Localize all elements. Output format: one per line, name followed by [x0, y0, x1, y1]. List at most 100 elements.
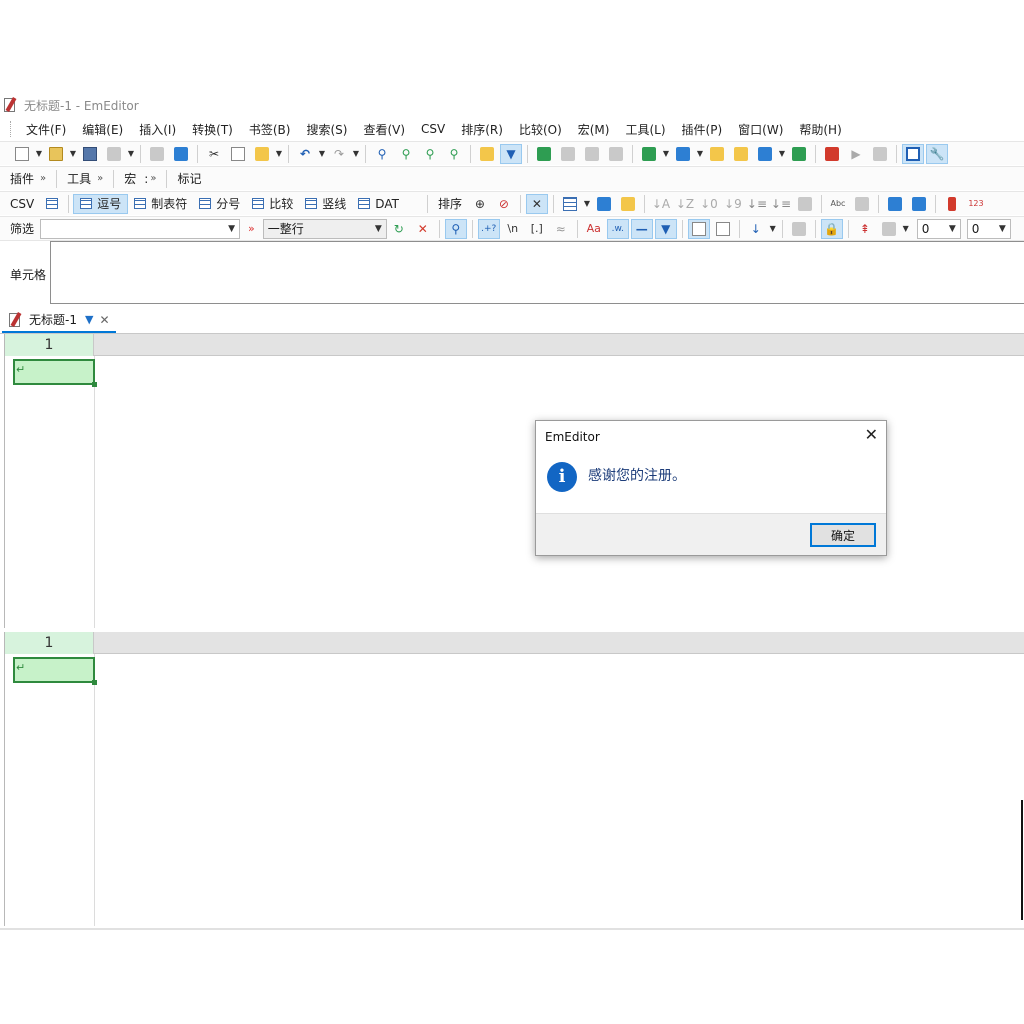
- next-button[interactable]: ↓: [745, 219, 767, 239]
- replace-button[interactable]: ⚲: [443, 144, 465, 164]
- chevron-icon[interactable]: »: [150, 173, 156, 184]
- run-macro-button[interactable]: ▶: [845, 144, 867, 164]
- negative-button[interactable]: —: [630, 218, 653, 239]
- sort-add-button[interactable]: ⊕: [469, 194, 491, 214]
- new-dropdown[interactable]: ▼: [34, 144, 44, 164]
- menu-tools[interactable]: 工具(L): [617, 121, 673, 138]
- sort-az-button[interactable]: ↓A: [650, 194, 672, 214]
- menu-bookmarks[interactable]: 书签(B): [241, 121, 299, 138]
- column-header-1[interactable]: 1: [5, 632, 94, 654]
- chevron-down-icon[interactable]: ▼: [999, 224, 1006, 234]
- sort-09-button[interactable]: ↓0: [698, 194, 720, 214]
- sort-length-desc-button[interactable]: ↓≡: [770, 194, 792, 214]
- save-all-button[interactable]: [103, 144, 125, 164]
- csv-grid-button[interactable]: [41, 194, 63, 214]
- cell-editor-input[interactable]: [50, 241, 1024, 304]
- menu-search[interactable]: 搜索(S): [298, 121, 355, 138]
- menu-macros[interactable]: 宏(M): [570, 121, 618, 138]
- find-button[interactable]: ⚲: [371, 144, 393, 164]
- context-button[interactable]: [878, 219, 900, 239]
- undo-button[interactable]: ↶: [294, 144, 316, 164]
- column-header-1[interactable]: 1: [5, 334, 94, 356]
- menu-compare[interactable]: 比较(O): [511, 121, 570, 138]
- menu-insert[interactable]: 插入(I): [131, 121, 184, 138]
- sort-options-button[interactable]: [851, 194, 873, 214]
- chevron-down-icon[interactable]: ▼: [375, 224, 382, 234]
- wrap-page-button[interactable]: [605, 144, 627, 164]
- outline-button[interactable]: [788, 144, 810, 164]
- save-button[interactable]: [79, 144, 101, 164]
- split-button[interactable]: [908, 194, 930, 214]
- redo-dropdown[interactable]: ▼: [351, 144, 361, 164]
- next-dropdown[interactable]: ▼: [768, 219, 778, 239]
- sort-label[interactable]: 排序: [432, 194, 468, 214]
- macro-more[interactable]: :: [142, 172, 150, 186]
- select-column-button[interactable]: [593, 194, 615, 214]
- undo-dropdown[interactable]: ▼: [317, 144, 327, 164]
- number-lines-button[interactable]: [941, 194, 963, 214]
- paste-button[interactable]: [251, 144, 273, 164]
- csv-mode-tab[interactable]: 制表符: [128, 194, 193, 214]
- menu-plugins[interactable]: 插件(P): [674, 121, 731, 138]
- paste-dropdown[interactable]: ▼: [274, 144, 284, 164]
- filter-toggle-button[interactable]: ▼: [500, 143, 522, 164]
- csv-mode-comma[interactable]: 逗号: [73, 193, 129, 214]
- ok-button[interactable]: 确定: [810, 523, 876, 547]
- csv-mode-pipe[interactable]: 竖线: [299, 194, 352, 214]
- macro-toolbar-label[interactable]: 宏: [118, 170, 142, 187]
- regex-button[interactable]: .+?: [477, 218, 500, 239]
- open-button[interactable]: [45, 144, 67, 164]
- selected-cell[interactable]: ↵: [13, 359, 97, 387]
- filter-x-button[interactable]: ▼: [654, 218, 677, 239]
- filter-input[interactable]: ▼: [40, 218, 241, 239]
- chevron-down-icon[interactable]: ▼: [949, 224, 956, 234]
- marker-toolbar-label[interactable]: 标记: [171, 170, 207, 187]
- fuzzy-button[interactable]: ≈: [550, 219, 572, 239]
- menu-sort[interactable]: 排序(R): [453, 121, 511, 138]
- menu-csv[interactable]: CSV: [413, 122, 453, 136]
- numbers-button[interactable]: 123: [965, 194, 987, 214]
- record-macro-button[interactable]: [821, 144, 843, 164]
- chevron-icon[interactable]: »: [248, 222, 255, 235]
- tab-untitled-1[interactable]: 无标题-1 ▼ ✕: [2, 308, 116, 333]
- chevron-icon[interactable]: »: [97, 173, 103, 184]
- menu-window[interactable]: 窗口(W): [730, 121, 791, 138]
- sort-90-button[interactable]: ↓9: [722, 194, 744, 214]
- filter-doc-button[interactable]: [687, 218, 710, 239]
- menu-convert[interactable]: 转换(T): [184, 121, 241, 138]
- lock-button[interactable]: 🔒: [820, 218, 843, 239]
- sort-za-button[interactable]: ↓Z: [674, 194, 696, 214]
- filter-search-button[interactable]: ⚲: [444, 218, 467, 239]
- find-in-files-button[interactable]: [476, 144, 498, 164]
- insert-column-button[interactable]: [617, 194, 639, 214]
- plugins-toolbar-label[interactable]: 插件: [4, 170, 40, 187]
- encoding-button[interactable]: [638, 144, 660, 164]
- refresh-filter-button[interactable]: ↻: [388, 219, 410, 239]
- tools-csv-button[interactable]: ✕: [525, 193, 548, 214]
- filter-doc2-button[interactable]: [712, 219, 734, 239]
- context-dropdown[interactable]: ▼: [901, 219, 911, 239]
- tools-button[interactable]: 🔧: [926, 143, 948, 164]
- filter-scope-select[interactable]: 一整行 ▼: [262, 218, 387, 239]
- extract-button[interactable]: ⇞: [854, 219, 876, 239]
- menu-edit[interactable]: 编辑(E): [74, 121, 131, 138]
- close-tab-icon[interactable]: ✕: [99, 313, 109, 327]
- close-icon[interactable]: ✕: [865, 425, 878, 444]
- find-prev-button[interactable]: ⚲: [419, 144, 441, 164]
- open-dropdown[interactable]: ▼: [68, 144, 78, 164]
- match-case-button[interactable]: Aa: [583, 219, 605, 239]
- join-button[interactable]: [884, 194, 906, 214]
- check-button[interactable]: [754, 144, 776, 164]
- case-sort-button[interactable]: Abc: [827, 194, 849, 214]
- chevron-icon[interactable]: »: [40, 173, 46, 184]
- properties-button[interactable]: [706, 144, 728, 164]
- context-lines-after[interactable]: 0 ▼: [966, 218, 1011, 239]
- customize-button[interactable]: [730, 144, 752, 164]
- print-preview-button[interactable]: [170, 144, 192, 164]
- word-wrap-button[interactable]: [557, 144, 579, 164]
- brackets-button[interactable]: [.]: [526, 219, 548, 239]
- context-lines-before[interactable]: 0 ▼: [916, 218, 961, 239]
- csv-mode-compare[interactable]: 比较: [246, 194, 299, 214]
- tools-toolbar-label[interactable]: 工具: [61, 170, 97, 187]
- editor-pane-bottom[interactable]: 1 ↵: [4, 632, 1024, 926]
